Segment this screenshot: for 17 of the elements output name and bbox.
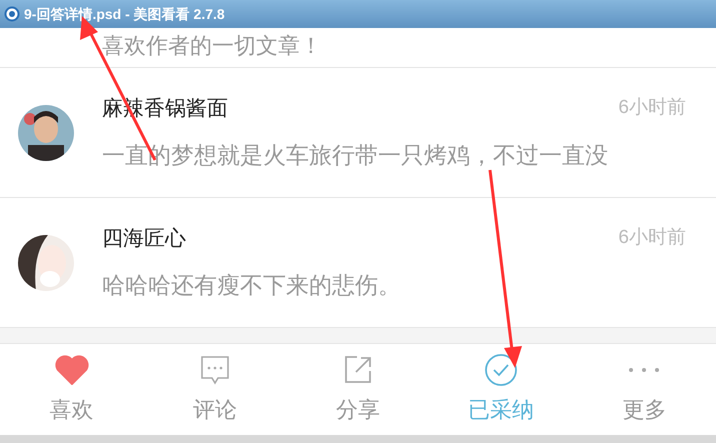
timestamp: 6小时前	[618, 96, 686, 120]
check-circle-icon	[484, 353, 518, 387]
share-icon	[343, 355, 373, 385]
tab[interactable]: 分享	[286, 344, 430, 435]
more-icon	[627, 366, 662, 374]
tab[interactable]: 更多	[572, 344, 716, 435]
heart-icon	[54, 355, 89, 385]
timestamp: 6小时前	[618, 226, 686, 250]
app-icon	[4, 6, 20, 22]
comment-icon	[198, 354, 231, 386]
tab[interactable]: 喜欢	[0, 344, 144, 435]
user-name: 四海匠心	[102, 226, 186, 252]
comment-text: 喜欢作者的一切文章！	[102, 32, 322, 60]
tab[interactable]: 已采纳	[430, 344, 573, 435]
tab[interactable]: 评论	[143, 344, 286, 435]
comment-text: 哈哈哈还有瘦不下来的悲伤。	[102, 271, 402, 300]
window-title: 9-回答详情.psd - 美图看看 2.7.8	[24, 4, 225, 24]
